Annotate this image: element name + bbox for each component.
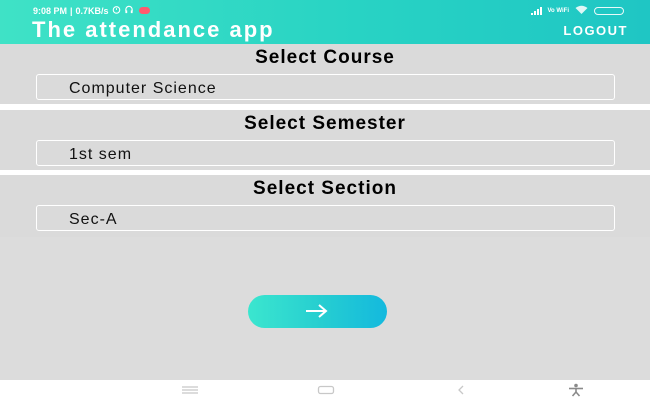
status-separator: | <box>70 5 73 16</box>
section-spinner[interactable]: Sec-A <box>36 205 615 231</box>
course-value: Computer Science <box>69 80 217 97</box>
wifi-icon <box>575 5 588 16</box>
status-left: 9:08 PM | 0.7KB/s <box>33 5 150 16</box>
app-screen: 9:08 PM | 0.7KB/s Vo WiFi The attendance… <box>0 0 650 400</box>
semester-value: 1st sem <box>69 146 133 163</box>
semester-spinner[interactable]: 1st sem <box>36 140 615 166</box>
section-section: Select Section Sec-A <box>0 175 650 237</box>
section-title: Select Section <box>253 178 397 199</box>
status-time: 9:08 PM <box>33 5 68 16</box>
notification-icon <box>138 7 150 14</box>
status-net-speed: 0.7KB/s <box>75 5 109 16</box>
status-bar: 9:08 PM | 0.7KB/s Vo WiFi <box>0 0 650 18</box>
semester-title: Select Semester <box>244 113 406 134</box>
battery-icon <box>594 6 624 15</box>
logout-button[interactable]: LOGOUT <box>563 23 628 38</box>
accessibility-icon[interactable] <box>566 383 586 400</box>
top-bar: 9:08 PM | 0.7KB/s Vo WiFi The attendance… <box>0 0 650 44</box>
alarm-icon <box>112 5 121 16</box>
menu-icon[interactable] <box>181 383 199 400</box>
section-value: Sec-A <box>69 211 118 228</box>
navigation-bar <box>0 380 650 400</box>
signal-icon <box>530 6 542 15</box>
headset-icon <box>124 5 134 16</box>
semester-section: Select Semester 1st sem <box>0 110 650 170</box>
course-title: Select Course <box>255 47 395 68</box>
status-right: Vo WiFi <box>530 5 624 16</box>
home-icon[interactable] <box>317 383 335 400</box>
network-type-label: Vo WiFi <box>547 7 570 14</box>
course-section: Select Course Computer Science <box>0 44 650 104</box>
back-icon[interactable] <box>455 383 467 400</box>
arrow-right-icon <box>304 303 330 324</box>
app-title: The attendance app <box>32 17 275 42</box>
course-spinner[interactable]: Computer Science <box>36 74 615 100</box>
next-button[interactable] <box>248 295 387 328</box>
